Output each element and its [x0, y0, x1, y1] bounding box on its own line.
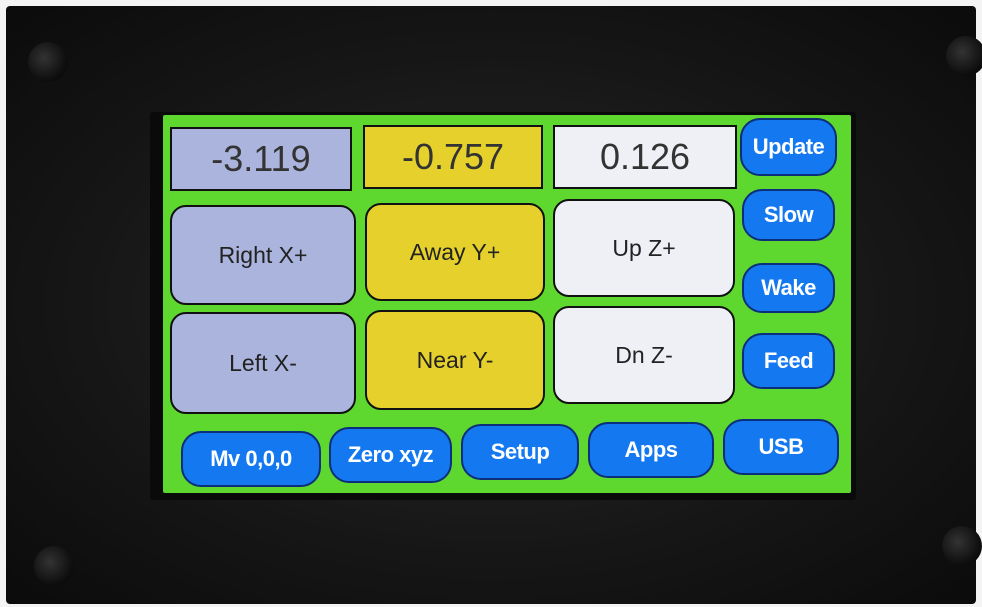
- jog-y-minus-button[interactable]: Near Y-: [365, 310, 545, 410]
- slow-button[interactable]: Slow: [742, 189, 835, 241]
- update-button[interactable]: Update: [740, 118, 837, 176]
- move-to-origin-button[interactable]: Mv 0,0,0: [181, 431, 321, 487]
- setup-button[interactable]: Setup: [461, 424, 579, 480]
- z-position-readout: 0.126: [553, 125, 737, 189]
- screw-bottom-left: [34, 546, 74, 586]
- x-position-readout: -3.119: [170, 127, 352, 191]
- screw-bottom-right: [942, 526, 982, 566]
- wake-button[interactable]: Wake: [742, 263, 835, 313]
- zero-xyz-button[interactable]: Zero xyz: [329, 427, 452, 483]
- screw-top-right: [946, 36, 982, 76]
- feed-button[interactable]: Feed: [742, 333, 835, 389]
- cnc-control-panel: -3.119 -0.757 0.126 Right X+ Away Y+ Up …: [163, 115, 851, 493]
- jog-x-plus-button[interactable]: Right X+: [170, 205, 356, 305]
- jog-y-plus-button[interactable]: Away Y+: [365, 203, 545, 301]
- usb-button[interactable]: USB: [723, 419, 839, 475]
- jog-z-minus-button[interactable]: Dn Z-: [553, 306, 735, 404]
- jog-z-plus-button[interactable]: Up Z+: [553, 199, 735, 297]
- y-position-readout: -0.757: [363, 125, 543, 189]
- jog-x-minus-button[interactable]: Left X-: [170, 312, 356, 414]
- screw-top-left: [28, 42, 68, 82]
- apps-button[interactable]: Apps: [588, 422, 714, 478]
